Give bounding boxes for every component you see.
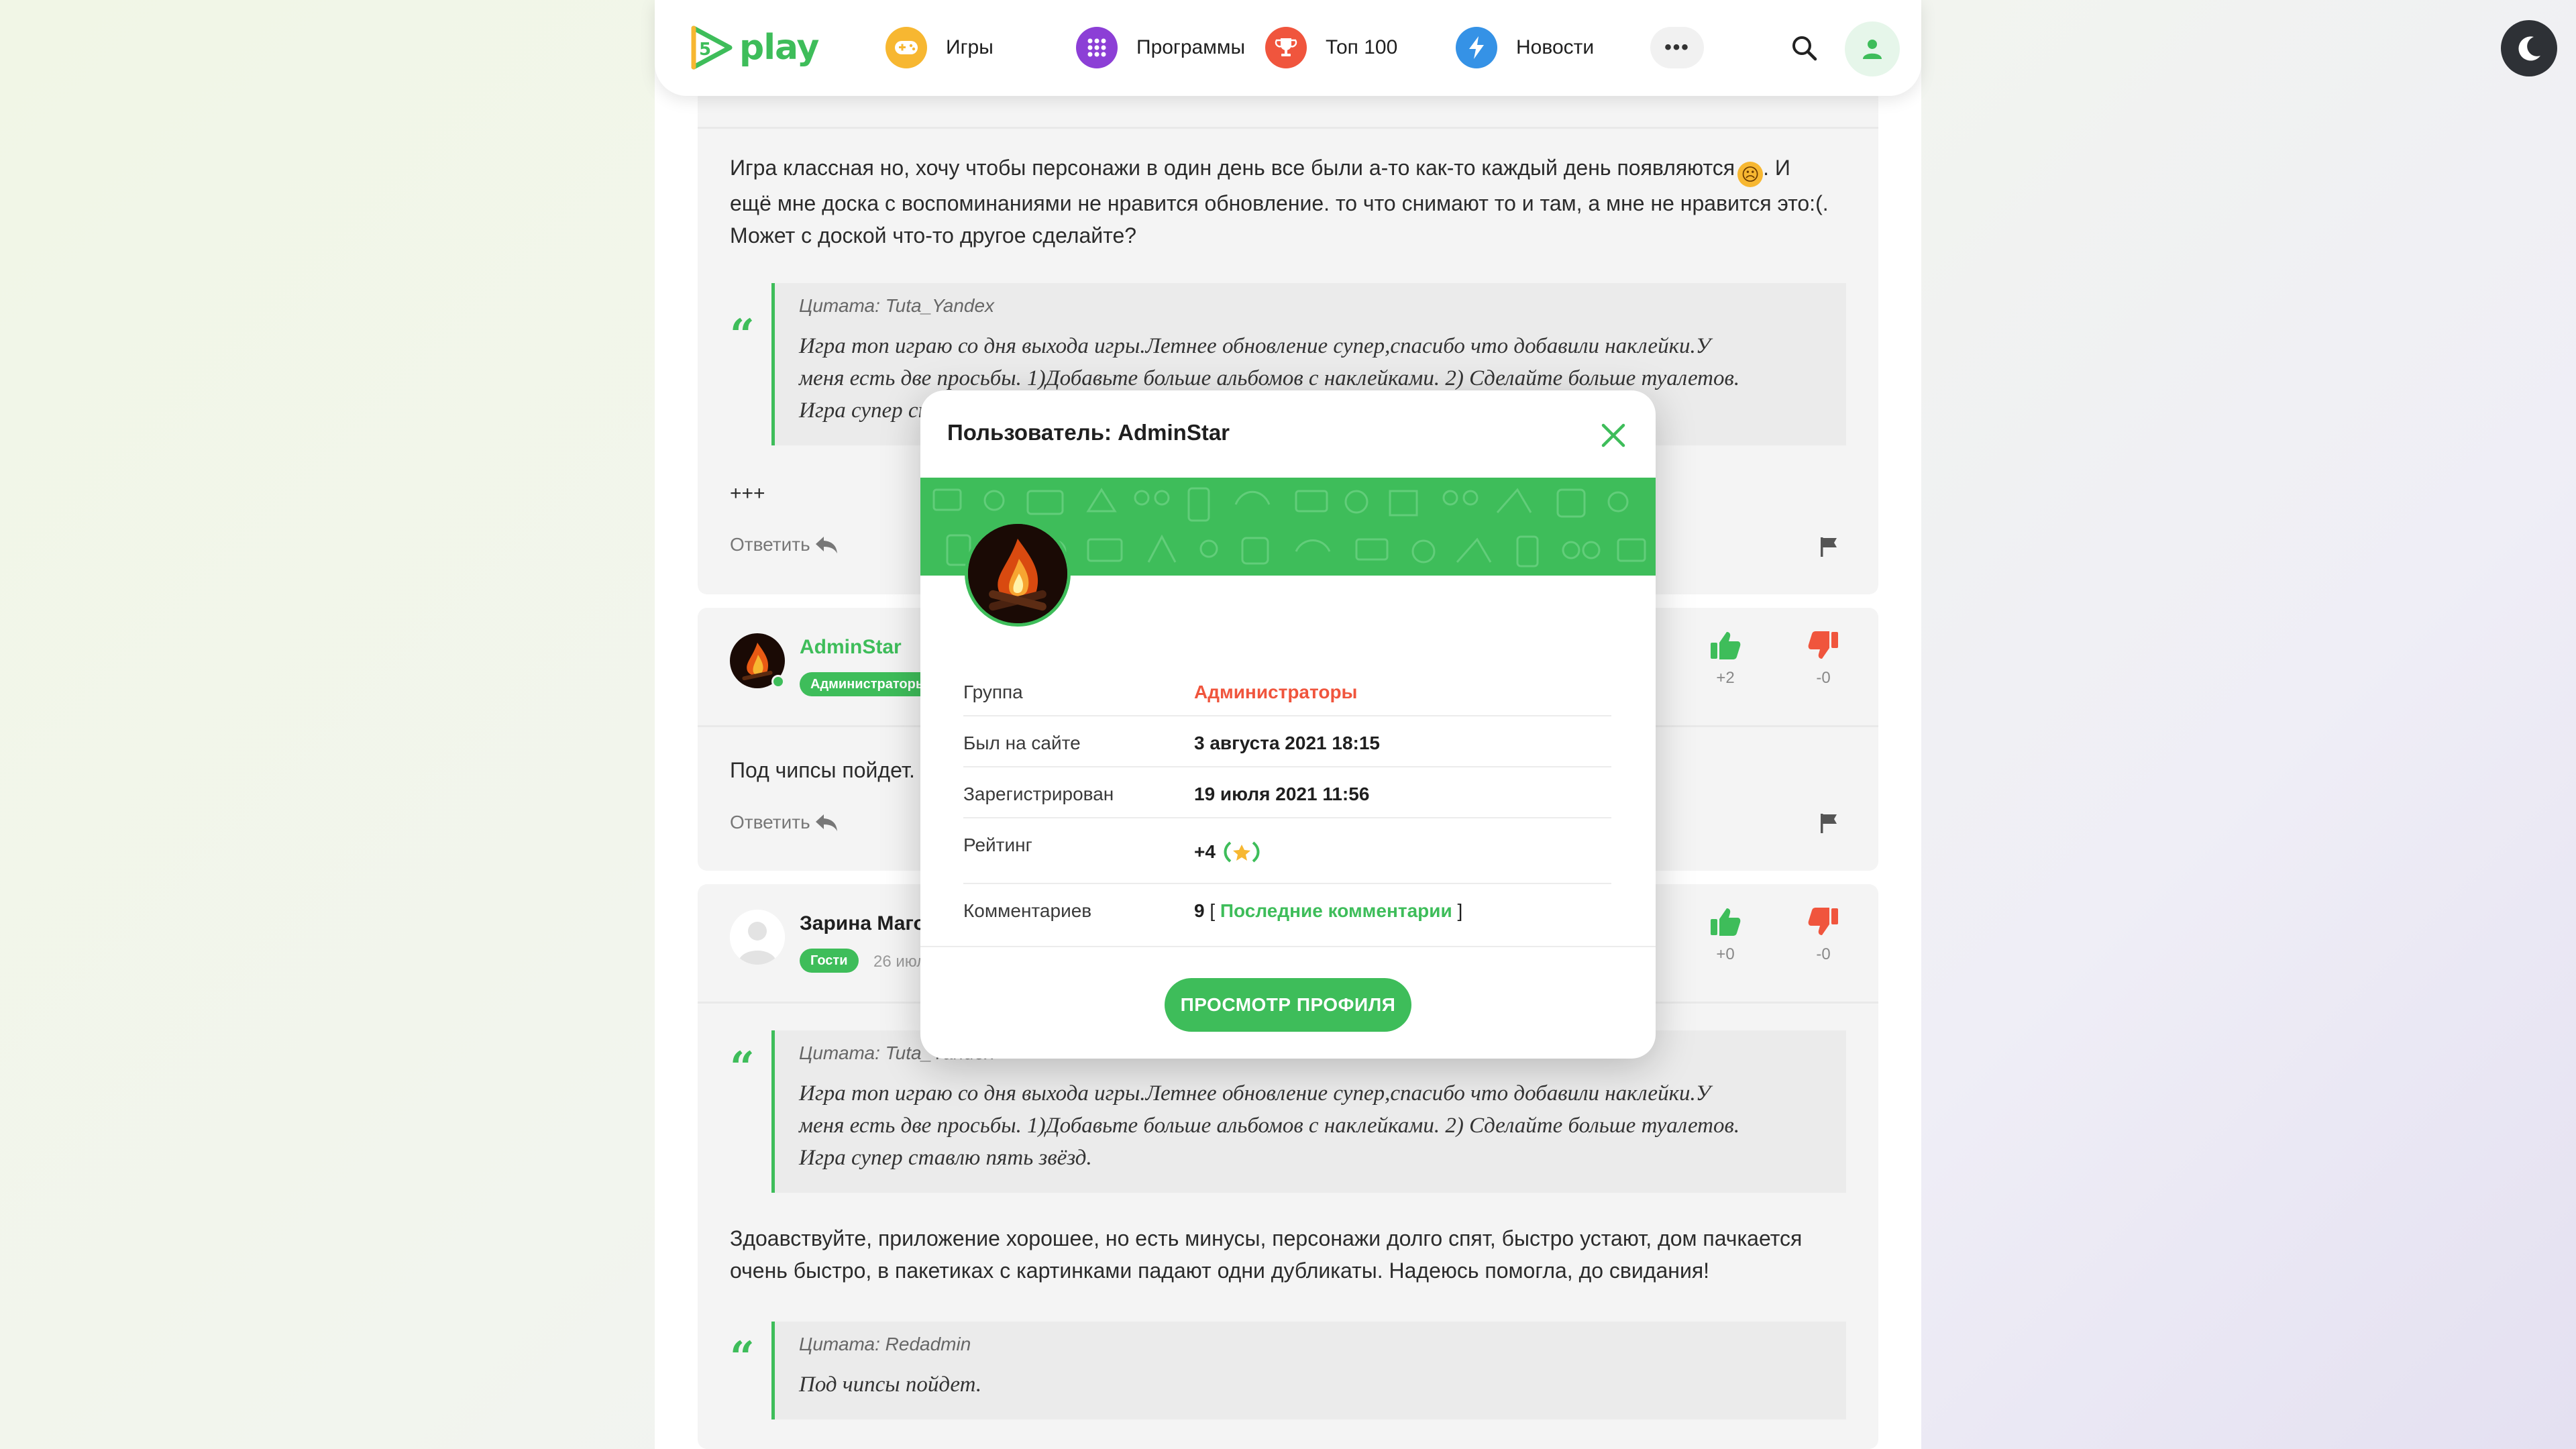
default-avatar-icon: [730, 910, 785, 965]
lightning-icon: [1456, 27, 1497, 68]
nav-programs[interactable]: Программы: [1076, 26, 1245, 69]
like-count: +0: [1716, 945, 1735, 963]
like-count: +2: [1716, 669, 1735, 687]
dislike-count: -0: [1816, 669, 1831, 687]
reply-button[interactable]: Ответить: [730, 812, 839, 833]
search-icon[interactable]: [1788, 32, 1821, 64]
flag-icon[interactable]: [1818, 535, 1841, 558]
dislike-button[interactable]: -0: [1803, 631, 1843, 688]
info-value-rating: +4: [1194, 840, 1263, 864]
avatar[interactable]: [730, 910, 785, 965]
info-label: Был на сайте: [963, 733, 1081, 753]
quote-author: Цитата: Tuta_Yandex: [799, 295, 995, 316]
reply-button[interactable]: Ответить: [730, 534, 839, 555]
sad-emoji-icon: ☹: [1737, 162, 1764, 187]
comment-extra-text: +++: [730, 482, 765, 504]
dislike-count: -0: [1816, 945, 1831, 963]
reply-label: Ответить: [730, 812, 810, 833]
quote-mark-icon: “: [730, 1332, 755, 1383]
modal-divider: [920, 946, 1656, 947]
reply-arrow-icon: [815, 537, 837, 553]
quote-author: Цитата: Redadmin: [799, 1334, 971, 1354]
modal-title: Пользователь: AdminStar: [947, 420, 1230, 445]
flag-icon[interactable]: [1818, 812, 1841, 835]
site-header: 5 play Игры Программы Топ 100 Новости ••…: [655, 0, 1921, 96]
nav-top100[interactable]: Топ 100: [1265, 26, 1397, 69]
info-label: Группа: [963, 682, 1023, 702]
info-row-group: Группа Администраторы: [963, 665, 1611, 716]
info-row-rating: Рейтинг +4: [963, 818, 1611, 884]
user-group-badge: Гости: [800, 949, 859, 973]
logo-play-icon: 5: [691, 25, 733, 70]
thumbs-up-icon: [1711, 632, 1741, 659]
thumbs-down-icon: [1808, 908, 1838, 935]
quote-mark-icon: “: [730, 310, 755, 360]
nav-programs-label: Программы: [1136, 36, 1246, 58]
dark-mode-toggle[interactable]: [2501, 20, 2557, 76]
view-profile-button[interactable]: ПРОСМОТР ПРОФИЛЯ: [1165, 978, 1411, 1032]
reply-label: Ответить: [730, 534, 810, 555]
grid-icon: [1076, 27, 1118, 68]
nav-games[interactable]: Игры: [885, 26, 994, 69]
info-value-last-visit: 3 августа 2021 18:15: [1194, 733, 1380, 753]
thumbs-down-icon: [1808, 631, 1838, 659]
thumbs-up-icon: [1711, 908, 1741, 936]
info-value-group[interactable]: Администраторы: [1194, 682, 1357, 703]
info-label: Комментариев: [963, 900, 1092, 921]
like-button[interactable]: +0: [1705, 907, 1746, 964]
user-icon: [1863, 40, 1882, 59]
info-label: Рейтинг: [963, 835, 1032, 855]
more-menu-button[interactable]: •••: [1650, 27, 1704, 68]
logo[interactable]: 5 play: [688, 25, 819, 70]
info-row-last-visit: Был на сайте 3 августа 2021 18:15: [963, 716, 1611, 767]
user-group-badge: Администраторы: [800, 672, 938, 696]
online-indicator: [771, 675, 785, 688]
nav-games-label: Игры: [946, 36, 994, 58]
reply-arrow-icon: [815, 814, 837, 831]
nav-news-label: Новости: [1516, 36, 1595, 58]
info-row-comments: Комментариев 9 [ Последние комментарии ]: [963, 884, 1611, 935]
comment-username[interactable]: AdminStar: [800, 636, 902, 659]
like-button[interactable]: +2: [1705, 631, 1746, 688]
profile-info-table: Группа Администраторы Был на сайте 3 авг…: [963, 665, 1611, 935]
info-row-registered: Зарегистрирован 19 июля 2021 11:56: [963, 767, 1611, 818]
info-label: Зарегистрирован: [963, 784, 1114, 804]
quote-body: Под чипсы пойдет.: [799, 1373, 982, 1397]
trophy-icon: [1265, 27, 1307, 68]
logo-text: play: [739, 28, 819, 68]
nav-top100-label: Топ 100: [1326, 36, 1398, 58]
comment-text: Под чипсы пойдет.: [730, 758, 915, 782]
close-icon[interactable]: [1598, 420, 1629, 451]
quote-body: Игра топ играю со дня выхода игры.Летнее…: [799, 1081, 1740, 1170]
quote-block: Цитата: Redadmin Под чипсы пойдет.: [771, 1322, 1846, 1419]
svg-text:5: 5: [699, 40, 711, 60]
gamepad-icon: [885, 27, 927, 68]
profile-avatar: [965, 521, 1071, 627]
dislike-button[interactable]: -0: [1803, 907, 1843, 964]
user-profile-modal: Пользователь: AdminStar Группа Администр…: [920, 390, 1656, 1059]
user-account-button[interactable]: [1845, 21, 1900, 76]
last-comments-link[interactable]: Последние комментарии: [1220, 900, 1452, 921]
info-value-comments: 9 [ Последние комментарии ]: [1194, 900, 1463, 921]
nav-news[interactable]: Новости: [1456, 26, 1594, 69]
quote-mark-icon: “: [730, 1042, 755, 1093]
rating-laurel-icon: [1224, 841, 1260, 863]
comment-text: Здоавствуйте, приложение хорошее, но ест…: [730, 1226, 1803, 1283]
moon-icon: [2518, 36, 2540, 61]
info-value-registered: 19 июля 2021 11:56: [1194, 784, 1370, 804]
comment-text: Игра классная но, хочу чтобы персонажи в…: [730, 156, 1829, 248]
